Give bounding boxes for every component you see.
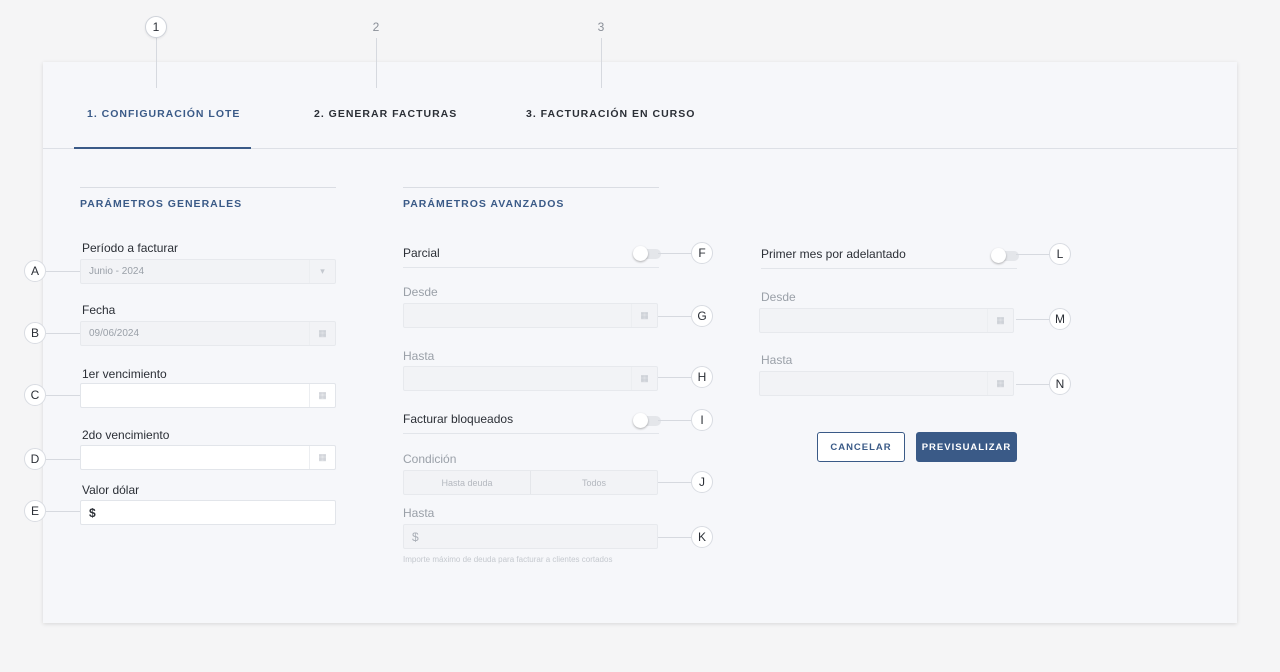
- annotation-marker-i: I: [691, 409, 713, 431]
- periodo-select[interactable]: Junio - 2024 ▾: [80, 259, 336, 284]
- annotation-marker-l: L: [1049, 243, 1071, 265]
- billing-batch-card: 1. CONFIGURACIÓN LOTE 2. GENERAR FACTURA…: [43, 62, 1237, 623]
- calendar-icon[interactable]: ▦: [309, 446, 335, 469]
- annotation-marker-j: J: [691, 471, 713, 493]
- tab-bar: 1. CONFIGURACIÓN LOTE 2. GENERAR FACTURA…: [43, 62, 1237, 149]
- annotation-marker-g: G: [691, 305, 713, 327]
- dolar-label: Valor dólar: [82, 483, 140, 497]
- calendar-icon[interactable]: ▦: [309, 322, 335, 345]
- annotation-marker-d: D: [24, 448, 46, 470]
- dolar-prefix: $: [89, 505, 96, 520]
- annotation-line-l: [1016, 254, 1050, 255]
- tab-generar-facturas[interactable]: 2. GENERAR FACTURAS: [314, 108, 457, 120]
- desde-label: Desde: [403, 285, 438, 299]
- annotation-line-g: [658, 316, 692, 317]
- fecha-label: Fecha: [82, 303, 116, 317]
- periodo-label: Período a facturar: [82, 241, 179, 255]
- step-marker-2: 2: [372, 20, 380, 34]
- step-connector-1: [156, 38, 157, 88]
- annotation-marker-b: B: [24, 322, 46, 344]
- venc1-label: 1er vencimiento: [82, 367, 167, 381]
- desde2-field[interactable]: ▦: [759, 308, 1014, 333]
- hasta2-label: Hasta: [761, 353, 793, 367]
- active-tab-indicator: [74, 147, 251, 149]
- calendar-icon[interactable]: ▦: [309, 384, 335, 407]
- chevron-down-icon[interactable]: ▾: [309, 260, 335, 283]
- tab-configuracion-lote[interactable]: 1. CONFIGURACIÓN LOTE: [87, 108, 240, 120]
- annotation-marker-n: N: [1049, 373, 1071, 395]
- annotation-marker-h: H: [691, 366, 713, 388]
- annotation-marker-e: E: [24, 500, 46, 522]
- adelantado-toggle[interactable]: [991, 248, 1019, 263]
- periodo-value: Junio - 2024: [89, 266, 145, 277]
- step-connector-3: [601, 38, 602, 88]
- annotation-line-h: [658, 377, 692, 378]
- venc1-field[interactable]: ▦: [80, 383, 336, 408]
- parcial-label: Parcial: [403, 246, 440, 260]
- fecha-value: 09/06/2024: [89, 328, 140, 339]
- desde-field[interactable]: ▦: [403, 303, 658, 328]
- condicion-label: Condición: [403, 452, 457, 466]
- annotation-line-k: [658, 537, 692, 538]
- annotation-marker-k: K: [691, 526, 713, 548]
- annotation-line-j: [658, 482, 692, 483]
- venc2-field[interactable]: ▦: [80, 445, 336, 470]
- condicion-segmented: Hasta deuda Todos: [403, 470, 658, 495]
- hasta-monto-prefix: $: [412, 529, 419, 544]
- calendar-icon[interactable]: ▦: [987, 372, 1013, 395]
- condicion-option-hasta-deuda[interactable]: Hasta deuda: [404, 471, 530, 494]
- annotation-line-i: [658, 420, 692, 421]
- fecha-field[interactable]: 09/06/2024 ▦: [80, 321, 336, 346]
- hasta2-field[interactable]: ▦: [759, 371, 1014, 396]
- hasta-label: Hasta: [403, 349, 435, 363]
- calendar-icon[interactable]: ▦: [631, 367, 657, 390]
- adelantado-label: Primer mes por adelantado: [761, 247, 906, 261]
- annotation-marker-a: A: [24, 260, 46, 282]
- annotation-marker-c: C: [24, 384, 46, 406]
- calendar-icon[interactable]: ▦: [631, 304, 657, 327]
- parcial-toggle[interactable]: [633, 246, 661, 261]
- toggle-knob: [633, 246, 648, 261]
- step-connector-2: [376, 38, 377, 88]
- preview-button[interactable]: PREVISUALIZAR: [916, 432, 1017, 462]
- step-marker-1: 1: [145, 16, 167, 38]
- annotation-line-b: [46, 333, 80, 334]
- hasta-field[interactable]: ▦: [403, 366, 658, 391]
- tab-facturacion-en-curso[interactable]: 3. FACTURACIÓN EN CURSO: [526, 108, 695, 120]
- bloqueados-row: Facturar bloqueados: [403, 410, 661, 434]
- toggle-knob: [991, 248, 1006, 263]
- step-marker-3: 3: [597, 20, 605, 34]
- hasta-monto-label: Hasta: [403, 506, 435, 520]
- dolar-field[interactable]: $: [80, 500, 336, 525]
- annotation-line-c: [46, 395, 80, 396]
- bloqueados-label: Facturar bloqueados: [403, 412, 514, 426]
- advanced-section-title: PARÁMETROS AVANZADOS: [403, 198, 565, 210]
- desde2-label: Desde: [761, 290, 796, 304]
- annotation-line-f: [658, 253, 692, 254]
- bloqueados-toggle[interactable]: [633, 413, 661, 428]
- calendar-icon[interactable]: ▦: [987, 309, 1013, 332]
- condicion-option-todos[interactable]: Todos: [530, 471, 657, 494]
- hasta-monto-field[interactable]: $: [403, 524, 658, 549]
- general-section-title: PARÁMETROS GENERALES: [80, 198, 243, 210]
- annotation-line-a: [46, 271, 80, 272]
- annotation-line-e: [46, 511, 80, 512]
- general-section-rule: [80, 187, 336, 188]
- adelantado-row: Primer mes por adelantado: [761, 245, 1019, 269]
- advanced-section-rule: [403, 187, 659, 188]
- cancel-button[interactable]: CANCELAR: [817, 432, 905, 462]
- venc2-label: 2do vencimiento: [82, 428, 170, 442]
- annotation-line-d: [46, 459, 80, 460]
- annotation-line-m: [1016, 319, 1050, 320]
- annotation-marker-f: F: [691, 242, 713, 264]
- hasta-monto-helper: Importe máximo de deuda para facturar a …: [403, 555, 613, 564]
- toggle-knob: [633, 413, 648, 428]
- parcial-row: Parcial: [403, 244, 661, 268]
- annotation-marker-m: M: [1049, 308, 1071, 330]
- annotation-line-n: [1016, 384, 1050, 385]
